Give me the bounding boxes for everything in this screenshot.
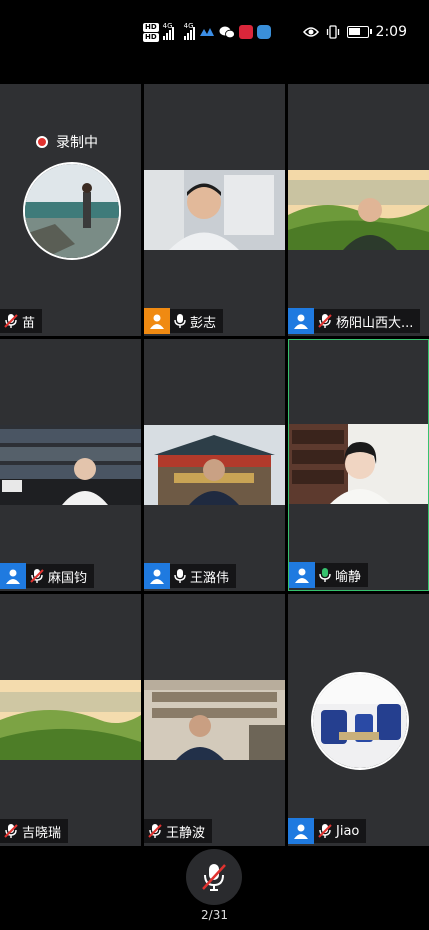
user-icon bbox=[294, 314, 308, 329]
recorder-app-icon bbox=[238, 25, 253, 39]
mic-speaking-icon bbox=[319, 568, 331, 582]
name-label: 吉晓瑞 bbox=[0, 819, 69, 843]
wechat-icon bbox=[219, 26, 235, 39]
avatar bbox=[144, 563, 170, 589]
avatar bbox=[311, 672, 409, 770]
name-label: 麻国钧 bbox=[26, 564, 95, 588]
mic-icon bbox=[174, 569, 186, 583]
participant-tile[interactable]: 录制中 苗 bbox=[0, 84, 141, 336]
mic-muted-icon bbox=[148, 824, 162, 838]
participant-tile[interactable]: 王静波 bbox=[144, 594, 285, 846]
user-icon bbox=[295, 568, 309, 583]
video-feed bbox=[144, 170, 285, 250]
name-bar: 苗 bbox=[0, 308, 43, 334]
name-label: 王潞伟 bbox=[170, 564, 237, 588]
participant-tile[interactable]: Jiao bbox=[288, 594, 429, 846]
mic-muted-icon bbox=[318, 314, 332, 328]
user-icon bbox=[294, 824, 308, 839]
avatar bbox=[144, 308, 170, 334]
video-feed bbox=[0, 680, 141, 760]
status-icons-right: 2:09 bbox=[302, 20, 407, 44]
video-grid: 录制中 苗 彭志 杨阳山西大... 麻国钧 王潞伟 喻静 吉晓瑞 王静波 Jia… bbox=[0, 84, 429, 846]
clock: 2:09 bbox=[375, 24, 407, 40]
name-bar: 吉晓瑞 bbox=[0, 818, 69, 844]
name-bar: 王静波 bbox=[144, 818, 213, 844]
avatar bbox=[288, 308, 314, 334]
avatar bbox=[289, 562, 315, 588]
name-bar: 麻国钧 bbox=[0, 563, 95, 589]
mute-toggle-button[interactable] bbox=[186, 849, 242, 905]
app-notification-icon bbox=[199, 28, 214, 36]
name-bar: Jiao bbox=[288, 818, 367, 844]
name-label: Jiao bbox=[314, 819, 367, 843]
participant-tile[interactable]: 王潞伟 bbox=[144, 339, 285, 591]
participant-tile[interactable]: 杨阳山西大... bbox=[288, 84, 429, 336]
mic-muted-icon bbox=[30, 569, 44, 583]
name-label: 喻静 bbox=[315, 563, 369, 587]
status-icons-left: HD HD 4G 4G bbox=[143, 20, 271, 44]
signal-icon-2: 4G bbox=[183, 22, 195, 40]
avatar bbox=[288, 818, 314, 844]
name-label: 王静波 bbox=[144, 819, 213, 843]
name-label: 彭志 bbox=[170, 309, 224, 333]
name-bar: 喻静 bbox=[289, 562, 369, 588]
recording-indicator: 录制中 bbox=[36, 132, 98, 152]
mic-icon bbox=[174, 314, 186, 328]
browser-app-icon bbox=[256, 25, 271, 39]
video-feed bbox=[144, 680, 285, 760]
mic-muted-icon bbox=[318, 824, 332, 838]
record-dot-icon bbox=[36, 136, 48, 148]
name-bar: 彭志 bbox=[144, 308, 224, 334]
avatar bbox=[23, 162, 121, 260]
name-bar: 王潞伟 bbox=[144, 563, 237, 589]
page-indicator: 2/31 bbox=[201, 908, 228, 922]
participant-tile-active[interactable]: 喻静 bbox=[288, 339, 429, 591]
participant-tile[interactable]: 吉晓瑞 bbox=[0, 594, 141, 846]
hd-indicator: HD HD bbox=[143, 22, 159, 42]
bottom-controls: 2/31 bbox=[0, 846, 429, 930]
user-icon bbox=[150, 569, 164, 584]
avatar bbox=[0, 563, 26, 589]
user-icon bbox=[150, 314, 164, 329]
video-feed bbox=[144, 425, 285, 505]
video-feed bbox=[289, 424, 428, 504]
name-bar: 杨阳山西大... bbox=[288, 308, 421, 334]
mic-muted-icon bbox=[4, 824, 18, 838]
name-label: 苗 bbox=[0, 309, 43, 333]
participant-tile[interactable]: 麻国钧 bbox=[0, 339, 141, 591]
video-feed bbox=[288, 170, 429, 250]
participant-tile[interactable]: 彭志 bbox=[144, 84, 285, 336]
eye-icon bbox=[302, 27, 319, 37]
user-icon bbox=[6, 569, 20, 584]
mic-muted-icon bbox=[4, 314, 18, 328]
name-label: 杨阳山西大... bbox=[314, 309, 421, 333]
status-bar: HD HD 4G 4G 2:09 bbox=[0, 0, 429, 62]
video-feed bbox=[0, 425, 141, 505]
mic-muted-icon bbox=[202, 864, 226, 891]
battery-icon bbox=[346, 26, 372, 38]
vibrate-icon bbox=[326, 25, 339, 39]
signal-icon: 4G bbox=[162, 22, 174, 40]
